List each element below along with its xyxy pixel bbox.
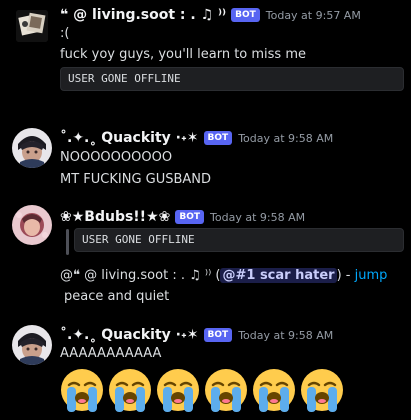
loudly-crying-face-icon[interactable] xyxy=(202,366,250,414)
timestamp[interactable]: Today at 9:58 AM xyxy=(238,329,333,342)
chat-log: ❝ @ living.soot : . ♫ ⁾⁾ BOT Today at 9:… xyxy=(0,0,411,420)
username[interactable]: ˚.✦.˳ Quackity ·˖✶ xyxy=(60,327,199,343)
message-text: MT FUCKING GUSBAND xyxy=(60,172,212,187)
timestamp[interactable]: Today at 9:57 AM xyxy=(266,9,361,22)
message-header: ❀★Bdubs!!★❀ BOT Today at 9:58 AM xyxy=(60,207,305,227)
loudly-crying-face-icon[interactable] xyxy=(106,366,154,414)
loudly-crying-face-icon[interactable] xyxy=(250,366,298,414)
timestamp[interactable]: Today at 9:58 AM xyxy=(238,132,333,145)
avatar[interactable] xyxy=(12,325,52,365)
loudly-crying-face-icon[interactable] xyxy=(58,366,106,414)
loudly-crying-face-icon[interactable] xyxy=(154,366,202,414)
avatar[interactable] xyxy=(12,128,52,168)
quote-bar xyxy=(66,229,69,255)
message-header: ❝ @ living.soot : . ♫ ⁾⁾ BOT Today at 9:… xyxy=(60,5,361,25)
bot-tag: BOT xyxy=(203,328,233,342)
avatar[interactable] xyxy=(16,10,48,42)
avatar[interactable] xyxy=(12,205,52,245)
username[interactable]: ❀★Bdubs!!★❀ xyxy=(60,209,170,225)
username[interactable]: ❝ @ living.soot : . ♫ ⁾⁾ xyxy=(60,7,226,23)
reply-reference: @❝ @ living.soot : . ♫ ⁾⁾ (@#1 scar hate… xyxy=(60,268,387,283)
reply-separator: ) - xyxy=(336,268,355,283)
bot-tag: BOT xyxy=(231,8,260,22)
loudly-crying-face-icon[interactable] xyxy=(298,366,346,414)
message-text: NOOOOOOOOOO xyxy=(60,150,173,165)
emoji-row xyxy=(58,366,346,414)
code-block: USER GONE OFFLINE xyxy=(74,228,404,252)
message-text: AAAAAAAAAAA xyxy=(60,346,162,361)
message-text: :( xyxy=(60,26,70,41)
jump-link[interactable]: jump xyxy=(355,268,388,283)
message-header: ˚.✦.˳ Quackity ·˖✶ BOT Today at 9:58 AM xyxy=(60,128,333,148)
message-text: peace and quiet xyxy=(64,289,170,304)
reply-prefix: @❝ @ living.soot : . ♫ ⁾⁾ ( xyxy=(60,268,221,283)
message-header: ˚.✦.˳ Quackity ·˖✶ BOT Today at 9:58 AM xyxy=(60,325,333,345)
bot-tag: BOT xyxy=(175,210,205,224)
code-block: USER GONE OFFLINE xyxy=(60,67,404,91)
username[interactable]: ˚.✦.˳ Quackity ·˖✶ xyxy=(60,130,199,146)
message-text: fuck yoy guys, you'll learn to miss me xyxy=(60,47,306,62)
timestamp[interactable]: Today at 9:58 AM xyxy=(210,211,305,224)
bot-tag: BOT xyxy=(203,131,233,145)
role-mention[interactable]: @#1 scar hater xyxy=(220,268,337,283)
